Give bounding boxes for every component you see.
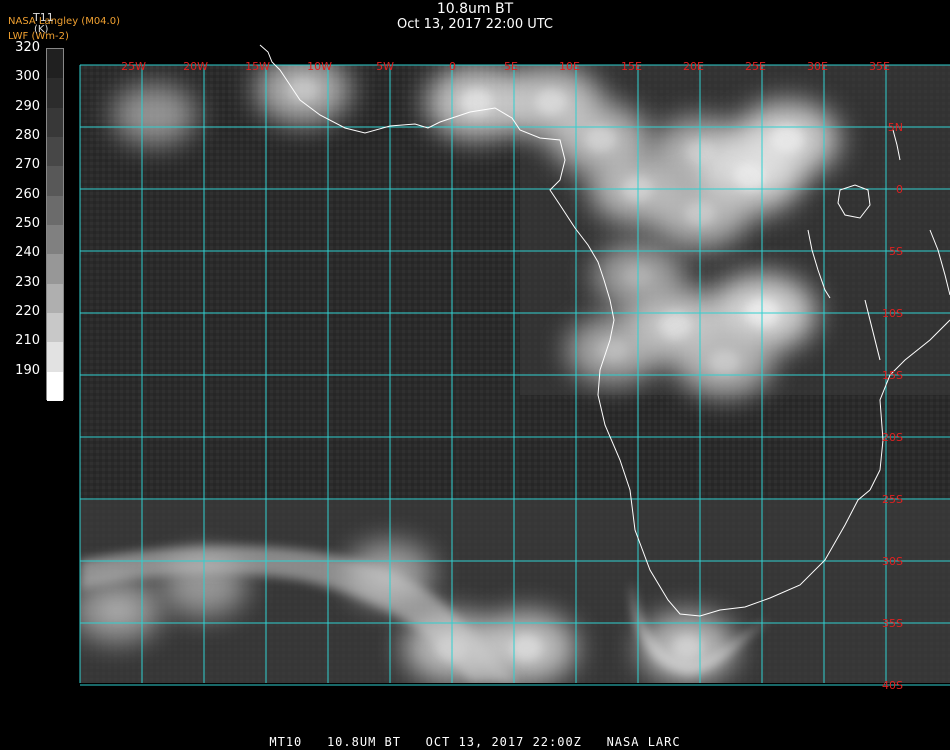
longitude-label: 10W [307,60,332,73]
latitude-label: 40S [882,679,903,692]
longitude-label: 5W [376,60,394,73]
latitude-label: 5S [889,245,903,258]
longitude-label: 20E [683,60,704,73]
cloud-core [535,88,568,116]
cloud-core [658,311,692,340]
longitude-label: 20W [183,60,208,73]
longitude-label: 35E [869,60,890,73]
cloud-core [510,634,543,662]
longitude-label: 30E [807,60,828,73]
latitude-label: 10S [882,307,903,320]
latitude-label: 15S [882,369,903,382]
latitude-label: 20S [882,431,903,444]
longitude-label: 15W [245,60,270,73]
longitude-label: 15E [621,60,642,73]
latitude-label: 0 [896,183,903,196]
longitude-label: 25W [121,60,146,73]
longitude-label: 5E [504,60,518,73]
satellite-map: 25W 20W 15W 10W 5W 0 5E 10E 15E 20E 25E 30E 35E 5N 0 5S… [79,44,950,692]
latitude-label: 30S [882,555,903,568]
longitude-label: 10E [559,60,580,73]
footer-caption: MT10 10.8UM BT OCT 13, 2017 22:00Z NASA … [269,735,681,749]
longitude-label: 0 [449,60,456,73]
latitude-label: 25S [882,493,903,506]
cloud-core [103,599,131,622]
longitude-label: 25E [745,60,766,73]
latitude-label: 35S [882,617,903,630]
latitude-label: 5N [888,121,903,134]
cloud-core [709,350,740,376]
cloud-core [598,338,628,363]
cloud-core [460,88,494,116]
cloud-core [672,634,704,661]
cloud-core [585,126,617,153]
